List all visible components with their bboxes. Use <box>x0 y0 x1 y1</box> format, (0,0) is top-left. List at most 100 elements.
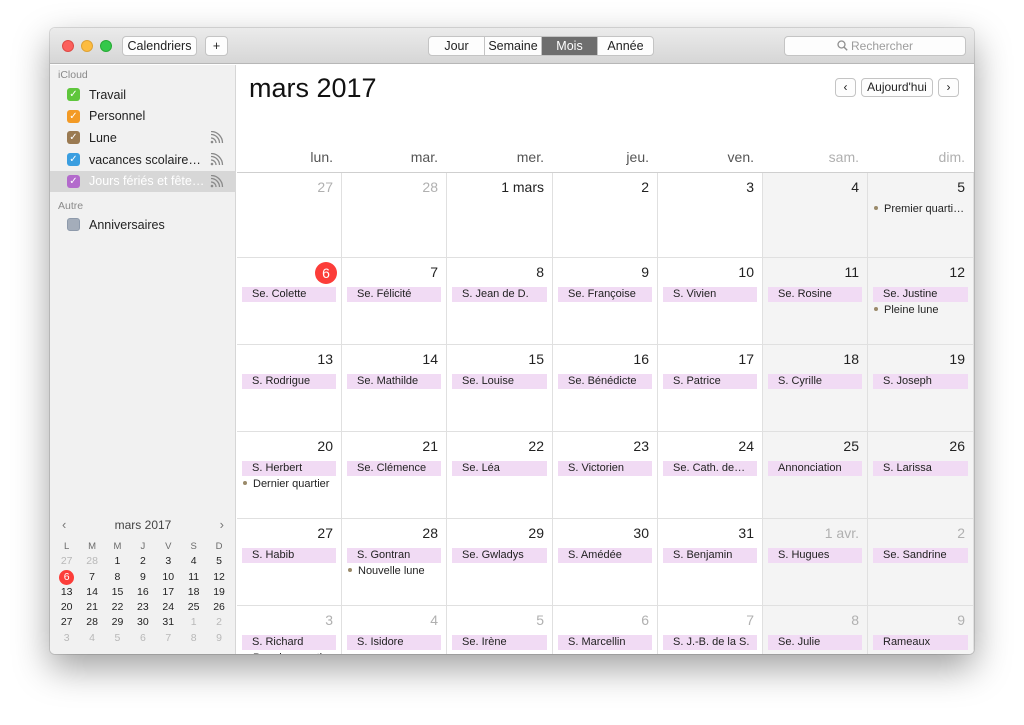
view-month-button[interactable]: Mois <box>542 37 598 55</box>
mini-day[interactable]: 11 <box>181 570 206 585</box>
mini-day[interactable]: 12 <box>206 570 231 585</box>
event-item[interactable]: S. Hugues <box>768 548 862 563</box>
day-cell[interactable]: 2 <box>553 173 658 258</box>
day-cell[interactable]: 7 Se. Félicité <box>342 258 447 345</box>
mini-day[interactable]: 24 <box>156 600 181 615</box>
mini-day[interactable]: 28 <box>79 615 104 630</box>
calendar-item[interactable]: Anniversaires <box>50 214 236 235</box>
mini-day[interactable]: 27 <box>54 615 79 630</box>
event-item[interactable]: Se. Mathilde <box>347 374 441 389</box>
day-cell[interactable]: 1 avr. S. Hugues <box>763 519 868 606</box>
event-note[interactable]: Nouvelle lune <box>346 564 442 578</box>
mini-day[interactable]: 29 <box>105 615 130 630</box>
today-button[interactable]: Aujourd'hui <box>861 78 933 97</box>
event-item[interactable]: S. Benjamin <box>663 548 757 563</box>
day-cell[interactable]: 30 S. Amédée <box>553 519 658 606</box>
day-cell[interactable]: 5 Se. Irène <box>447 606 553 654</box>
event-item[interactable]: S. Jean de D. <box>452 287 547 302</box>
event-item[interactable]: Se. Rosine <box>768 287 862 302</box>
event-item[interactable]: Rameaux <box>873 635 968 650</box>
day-cell[interactable]: 12 Se. Justine Pleine lune <box>868 258 974 345</box>
day-cell[interactable]: 13 S. Rodrigue <box>237 345 342 432</box>
mini-day[interactable]: 8 <box>105 570 130 585</box>
checkbox-icon[interactable]: ✓ <box>67 174 80 188</box>
mini-day[interactable]: 8 <box>181 631 206 646</box>
event-item[interactable]: Se. Félicité <box>347 287 441 302</box>
close-window-button[interactable] <box>62 40 74 52</box>
day-cell[interactable]: 16 Se. Bénédicte <box>553 345 658 432</box>
day-cell[interactable]: 6 Se. Colette <box>237 258 342 345</box>
mini-day[interactable]: 27 <box>54 554 79 569</box>
event-item[interactable]: Se. Justine <box>873 287 968 302</box>
day-cell[interactable]: 2 Se. Sandrine <box>868 519 974 606</box>
event-item[interactable]: S. Gontran <box>347 548 441 563</box>
day-cell[interactable]: 4 <box>763 173 868 258</box>
minimize-window-button[interactable] <box>81 40 93 52</box>
mini-day[interactable]: 6 <box>54 569 79 585</box>
checkbox-icon[interactable] <box>67 218 80 231</box>
event-item[interactable]: Se. Léa <box>452 461 547 476</box>
day-cell[interactable]: 19 S. Joseph <box>868 345 974 432</box>
mini-day[interactable]: 2 <box>130 554 155 569</box>
mini-day[interactable]: 18 <box>181 585 206 600</box>
day-cell[interactable]: 24 Se. Cath. de… <box>658 432 763 519</box>
event-item[interactable]: S. Richard <box>242 635 336 650</box>
prev-month-button[interactable]: ‹ <box>835 78 856 97</box>
day-cell[interactable]: 26 S. Larissa <box>868 432 974 519</box>
event-item[interactable]: Se. Bénédicte <box>558 374 652 389</box>
event-item[interactable]: S. J.-B. de la S. <box>663 635 757 650</box>
mini-day[interactable]: 6 <box>130 631 155 646</box>
event-item[interactable]: Se. Françoise <box>558 287 652 302</box>
day-cell[interactable]: 29 Se. Gwladys <box>447 519 553 606</box>
day-cell[interactable]: 8 S. Jean de D. <box>447 258 553 345</box>
mini-day[interactable]: 5 <box>206 554 231 569</box>
mini-day[interactable]: 9 <box>206 631 231 646</box>
day-cell[interactable]: 14 Se. Mathilde <box>342 345 447 432</box>
event-item[interactable]: S. Joseph <box>873 374 968 389</box>
day-cell[interactable]: 27 S. Habib <box>237 519 342 606</box>
event-item[interactable]: Se. Gwladys <box>452 548 547 563</box>
checkbox-icon[interactable]: ✓ <box>67 88 80 101</box>
day-cell[interactable]: 7 S. J.-B. de la S. <box>658 606 763 654</box>
zoom-window-button[interactable] <box>100 40 112 52</box>
add-event-button[interactable]: + <box>205 36 228 56</box>
day-cell[interactable]: 28 S. Gontran Nouvelle lune <box>342 519 447 606</box>
event-item[interactable]: S. Habib <box>242 548 336 563</box>
day-cell[interactable]: 25 Annonciation <box>763 432 868 519</box>
event-item[interactable]: S. Amédée <box>558 548 652 563</box>
view-year-button[interactable]: Année <box>598 37 653 55</box>
mini-day[interactable]: 28 <box>79 554 104 569</box>
mini-day[interactable]: 1 <box>105 554 130 569</box>
event-item[interactable]: S. Vivien <box>663 287 757 302</box>
mini-day[interactable]: 13 <box>54 585 79 600</box>
day-cell[interactable]: 3 <box>658 173 763 258</box>
mini-day[interactable]: 14 <box>79 585 104 600</box>
mini-day[interactable]: 19 <box>206 585 231 600</box>
mini-day[interactable]: 23 <box>130 600 155 615</box>
calendar-item[interactable]: ✓ Personnel <box>50 106 236 127</box>
mini-day[interactable]: 10 <box>156 570 181 585</box>
day-cell[interactable]: 8 Se. Julie <box>763 606 868 654</box>
event-note[interactable]: Premier quarti… <box>872 202 969 216</box>
mini-next-month-button[interactable]: › <box>220 517 224 532</box>
search-field[interactable]: Rechercher <box>784 36 966 56</box>
event-item[interactable]: S. Larissa <box>873 461 968 476</box>
event-item[interactable]: Annonciation <box>768 461 862 476</box>
event-note[interactable]: Premier quartier <box>241 651 337 654</box>
day-cell[interactable]: 27 <box>237 173 342 258</box>
event-item[interactable]: S. Rodrigue <box>242 374 336 389</box>
checkbox-icon[interactable]: ✓ <box>67 131 80 145</box>
day-cell[interactable]: 4 S. Isidore <box>342 606 447 654</box>
mini-day[interactable]: 7 <box>156 631 181 646</box>
event-item[interactable]: Se. Irène <box>452 635 547 650</box>
event-item[interactable]: S. Marcellin <box>558 635 652 650</box>
day-cell[interactable]: 22 Se. Léa <box>447 432 553 519</box>
calendar-item[interactable]: ✓ Lune <box>50 127 236 148</box>
day-cell[interactable]: 31 S. Benjamin <box>658 519 763 606</box>
day-cell[interactable]: 3 S. Richard Premier quartier <box>237 606 342 654</box>
day-cell[interactable]: 10 S. Vivien <box>658 258 763 345</box>
mini-day[interactable]: 2 <box>206 615 231 630</box>
event-item[interactable]: Se. Julie <box>768 635 862 650</box>
event-item[interactable]: Se. Clémence <box>347 461 441 476</box>
calendar-item[interactable]: ✓ Jours fériés et fête… <box>50 170 236 192</box>
